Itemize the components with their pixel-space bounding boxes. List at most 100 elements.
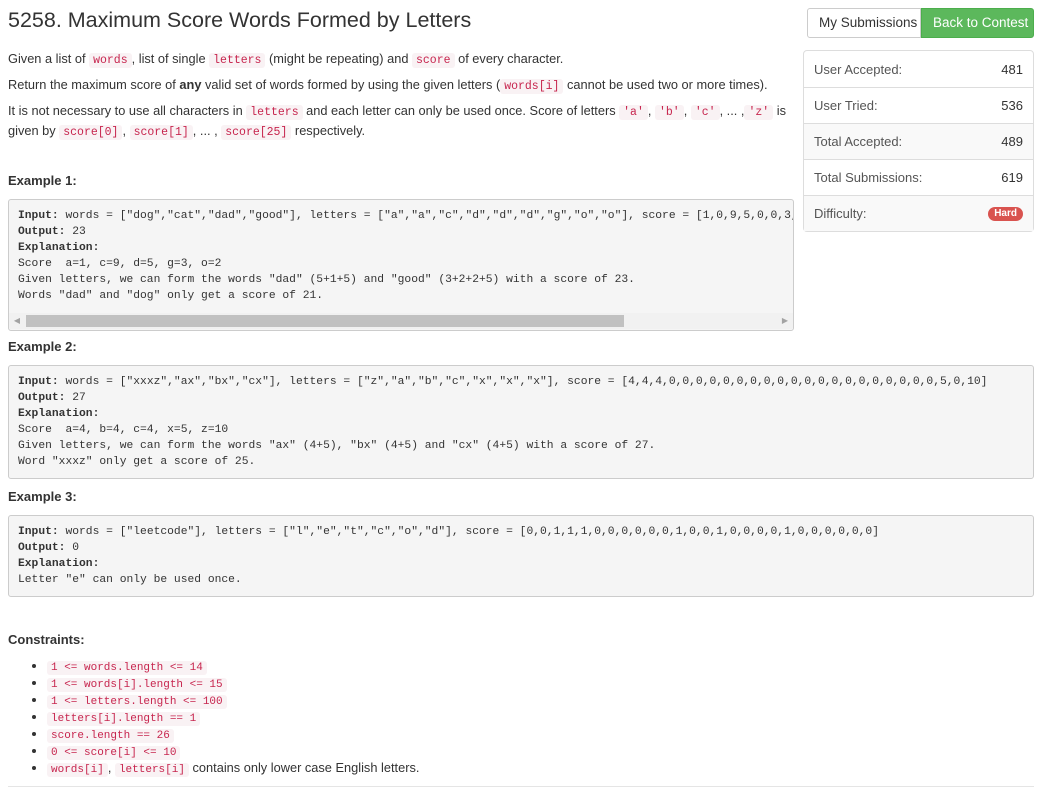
inline-code: letters [246,105,303,120]
list-item: score.length == 26 [47,725,419,743]
code-text: Score a=1, c=9, d=5, g=3, o=2 [18,258,222,270]
inline-code: 'z' [744,105,774,120]
scroll-right-arrow-icon[interactable]: ▶ [777,313,793,329]
page-title: 5258. Maximum Score Words Formed by Lett… [8,8,472,32]
code-label: Input: [18,376,59,388]
stat-user-tried: User Tried: 536 [804,87,1033,123]
back-to-contest-button[interactable]: Back to Contest [921,8,1034,38]
constraint-code: 0 <= score[i] <= 10 [47,746,181,760]
code-text: Word "xxxz" only get a score of 25. [18,456,256,468]
desc-text: , list of single [131,51,210,66]
stat-value: 619 [1001,170,1023,185]
code-text: 0 [65,542,80,554]
code-text: words = ["dog","cat","dad","good"], lett… [65,210,793,222]
constraint-code: 1 <= words.length <= 14 [47,661,207,675]
list-item: letters[i].length == 1 [47,708,419,726]
code-text: words = ["leetcode"], letters = ["l","e"… [58,526,879,538]
inline-code: letters [209,53,266,68]
desc-text: Given a list of [8,51,90,66]
list-item: 1 <= words[i].length <= 15 [47,674,419,692]
example-3-heading: Example 3: [8,489,77,504]
code-text: Letter "e" can only be used once. [18,574,242,586]
stat-label: User Tried: [814,98,878,113]
stat-value: 489 [1001,134,1023,149]
constraint-text: , [107,760,115,775]
list-item: 0 <= score[i] <= 10 [47,742,419,760]
my-submissions-button[interactable]: My Submissions [807,8,921,38]
stat-total-accepted: Total Accepted: 489 [804,123,1033,159]
desc-text: , [122,123,130,138]
desc-text: (might be repeating) and [265,51,412,66]
list-item: 1 <= letters.length <= 100 [47,691,419,709]
code-label: Explanation: [18,242,100,254]
code-label: Output: [18,542,66,554]
stats-panel: User Accepted: 481 User Tried: 536 Total A… [803,50,1034,232]
constraint-code: 1 <= words[i].length <= 15 [47,678,227,692]
code-label: Output: [18,226,66,238]
stat-label: User Accepted: [814,61,903,77]
stat-user-accepted: User Accepted: 481 [804,51,1033,87]
code-text: Given letters, we can form the words "ax… [18,440,656,452]
constraint-code: letters[i] [114,763,189,777]
constraint-code: letters[i].length == 1 [47,712,201,726]
constraints-heading: Constraints: [8,632,85,647]
desc-text: , [683,103,691,118]
desc-bold: any [179,77,202,92]
description-paragraph-3: It is not necessary to use all character… [8,102,798,142]
divider [8,786,1034,787]
desc-text: cannot be used two or more times). [563,77,768,92]
stat-value: 481 [1001,61,1023,77]
example-1-heading: Example 1: [8,173,77,188]
inline-code: score[0] [59,125,123,140]
code-text: 23 [65,226,86,238]
code-label: Explanation: [18,408,100,420]
horizontal-scrollbar[interactable]: ◀ ▶ [9,313,793,329]
list-item: 1 <= words.length <= 14 [47,657,419,675]
example-3-code-block[interactable]: Input: words = ["leetcode"], letters = [… [8,515,1034,597]
code-text: Score a=4, b=4, c=4, x=5, z=10 [18,424,229,436]
code-label: Explanation: [18,558,100,570]
example-2-heading: Example 2: [8,339,77,354]
stat-label: Difficulty: [814,206,867,221]
constraint-text: contains only lower case English letters… [188,760,420,775]
stat-difficulty: Difficulty: Hard [804,195,1033,231]
inline-code: words [89,53,132,68]
scrollbar-thumb[interactable] [26,315,624,327]
constraint-code: 1 <= letters.length <= 100 [47,695,227,709]
list-item: words[i], letters[i] contains only lower… [47,759,420,777]
stat-value: 536 [1001,98,1023,113]
scroll-left-arrow-icon[interactable]: ◀ [9,313,25,329]
constraint-code: score.length == 26 [47,729,174,743]
desc-text: , ... , [192,123,222,138]
example-1-code-block[interactable]: Input: words = ["dog","cat","dad","good"… [8,199,794,331]
code-text: 27 [65,392,86,404]
inline-code: score [412,53,455,68]
inline-code: score[1] [129,125,193,140]
desc-text: valid set of words formed by using the g… [201,77,501,92]
header-button-group: My Submissions Back to Contest [807,8,1034,38]
code-text: Words "dad" and "dog" only get a score o… [18,290,324,302]
code-label: Input: [18,210,59,222]
inline-code: 'c' [690,105,720,120]
code-text: words = ["xxxz","ax","bx","cx"], letters… [58,376,988,388]
stat-total-submissions: Total Submissions: 619 [804,159,1033,195]
inline-code: score[25] [221,125,292,140]
code-text: Given letters, we can form the words "da… [18,274,635,286]
stat-label: Total Accepted: [814,134,903,149]
stat-label: Total Submissions: [814,170,923,185]
inline-code: 'a' [619,105,648,120]
difficulty-badge: Hard [988,206,1023,221]
desc-text: respectively. [291,123,366,138]
description-paragraph-1: Given a list of words, list of single le… [8,50,798,70]
desc-text: , ... , [719,103,745,118]
desc-text: and each letter can only be used once. S… [302,103,620,118]
constraints-list: 1 <= words.length <= 14 1 <= words[i].le… [8,657,420,777]
desc-text: , [647,103,655,118]
description-paragraph-2: Return the maximum score of any valid se… [8,76,798,96]
code-label: Output: [18,392,66,404]
inline-code: words[i] [500,79,564,94]
example-2-code-block[interactable]: Input: words = ["xxxz","ax","bx","cx"], … [8,365,1034,479]
desc-text: It is not necessary to use all character… [8,103,247,118]
code-label: Input: [18,526,59,538]
constraint-code: words[i] [47,763,108,777]
